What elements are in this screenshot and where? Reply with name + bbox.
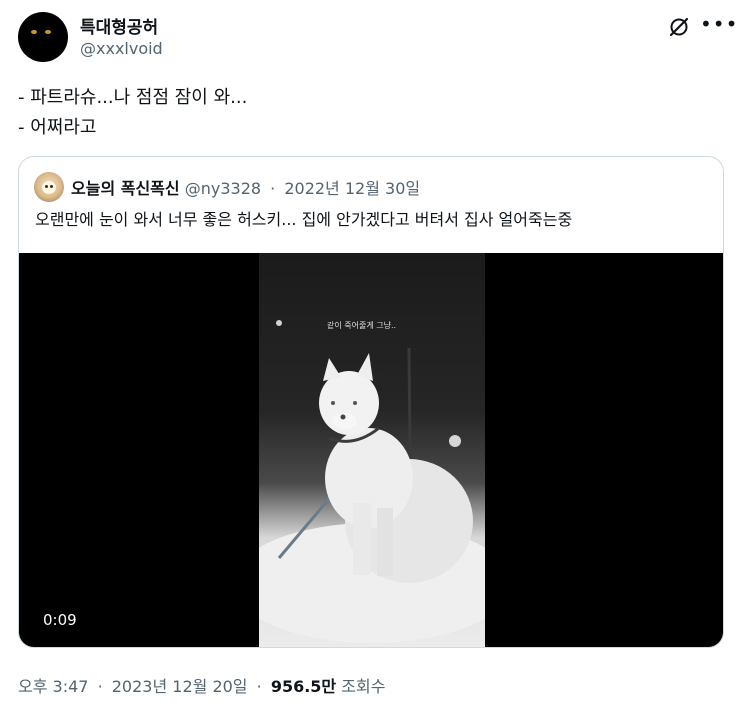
avatar-eye (50, 185, 53, 188)
author-name[interactable]: 특대형공허 (80, 13, 158, 38)
author-handle[interactable]: @xxxlvoid (80, 39, 163, 58)
quoted-text: 오랜만에 눈이 와서 너무 좋은 허스키... 집에 안가겠다고 버텨서 집사 … (35, 210, 573, 229)
quoted-date[interactable]: 2022년 12월 30일 (284, 179, 420, 198)
tweet-line: - 어쩌라고 (18, 117, 97, 138)
avatar-face (42, 181, 56, 194)
quoted-handle[interactable]: @ny3328 (185, 179, 261, 198)
avatar-eye (31, 30, 37, 34)
video-player[interactable]: 같이 죽어줄게 그냥.. 0:09 (19, 253, 723, 647)
tweet-date[interactable]: 2023년 12월 20일 (112, 677, 248, 696)
quoted-tweet[interactable]: 오늘의 폭신폭신 @ny3328 · 2022년 12월 30일 오랜만에 눈이… (18, 156, 724, 648)
husky-snow-illustration (259, 320, 485, 643)
video-frame: 같이 죽어줄게 그냥.. (259, 253, 485, 647)
tweet-time[interactable]: 오후 3:47 (18, 677, 88, 696)
separator: · (97, 677, 103, 696)
more-icon[interactable]: ••• (700, 10, 737, 38)
quoted-avatar[interactable] (34, 172, 64, 202)
view-label: 조회수 (341, 677, 386, 696)
avatar-eye (45, 30, 51, 34)
tweet-line: - 파트라슈...나 점점 잠이 와... (18, 87, 248, 108)
quoted-header: 오늘의 폭신폭신 @ny3328 · 2022년 12월 30일 (71, 175, 420, 199)
quoted-name[interactable]: 오늘의 폭신폭신 (71, 179, 180, 198)
separator: · (256, 677, 262, 696)
avatar-eye (45, 185, 48, 188)
author-avatar[interactable] (18, 12, 68, 62)
video-duration: 0:09 (43, 611, 77, 629)
separator: · (270, 179, 276, 198)
tweet-footer: 오후 3:47 · 2023년 12월 20일 · 956.5만 조회수 (18, 673, 385, 697)
view-count[interactable]: 956.5만 (271, 677, 336, 696)
tweet-text: - 파트라슈...나 점점 잠이 와... - 어쩌라고 (18, 83, 718, 143)
grok-icon[interactable] (668, 16, 690, 38)
video-caption: 같이 죽어줄게 그냥.. (327, 321, 397, 330)
